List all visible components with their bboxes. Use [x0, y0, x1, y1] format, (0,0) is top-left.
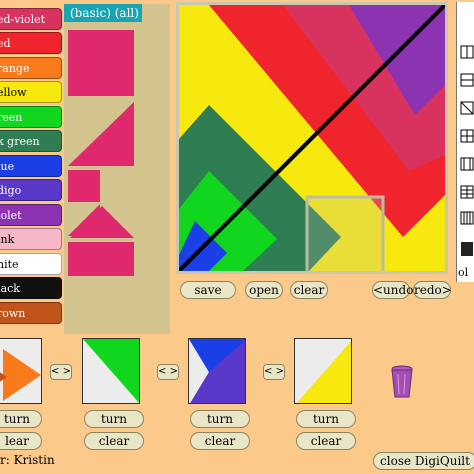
- color-brown[interactable]: rown: [0, 302, 62, 324]
- color-red-violet[interactable]: ed-violet: [0, 8, 62, 30]
- palette-tabs[interactable]: (basic) (all): [64, 4, 142, 22]
- block-slot-1[interactable]: [0, 338, 42, 404]
- trash-icon[interactable]: [388, 364, 416, 404]
- shape-right-triangle[interactable]: [68, 102, 134, 166]
- quilt-drawing: [177, 3, 447, 275]
- color-green[interactable]: reen: [0, 106, 62, 128]
- tool-strip-label: ol: [458, 266, 469, 279]
- tool-strip-icons: [460, 45, 474, 256]
- grid-fine-icon[interactable]: [461, 242, 473, 256]
- shape-isosceles-triangle[interactable]: [70, 206, 134, 238]
- undo-button[interactable]: <undo: [372, 281, 413, 299]
- block-slot-3[interactable]: [188, 338, 246, 404]
- color-yellow[interactable]: ellow: [0, 81, 62, 103]
- color-red[interactable]: ed: [0, 32, 62, 54]
- color-blue[interactable]: lue: [0, 155, 62, 177]
- block-slot-2-drawing: [83, 339, 139, 403]
- turn-button-slot-2[interactable]: turn: [84, 410, 144, 428]
- block-slot-1-drawing: [0, 339, 41, 403]
- color-black[interactable]: lack: [0, 277, 62, 299]
- clear-button-slot-1[interactable]: lear: [0, 432, 42, 450]
- color-white[interactable]: hite: [0, 253, 62, 275]
- swap-3-4-button[interactable]: < >: [263, 364, 285, 380]
- save-button[interactable]: save: [180, 281, 236, 299]
- turn-button-slot-3[interactable]: turn: [190, 410, 250, 428]
- clear-button-slot-2[interactable]: clear: [84, 432, 144, 450]
- author-credit: r: Kristin: [0, 453, 55, 467]
- swap-2-3-button[interactable]: < >: [157, 364, 179, 380]
- block-slot-4-drawing: [295, 339, 351, 403]
- color-dark-green[interactable]: k green: [0, 130, 62, 152]
- shape-rectangle[interactable]: [68, 242, 134, 276]
- block-slot-2[interactable]: [82, 338, 140, 404]
- color-pink[interactable]: ink: [0, 228, 62, 250]
- shape-small-square[interactable]: [68, 170, 100, 202]
- color-indigo[interactable]: digo: [0, 179, 62, 201]
- tool-strip: ol: [456, 2, 474, 282]
- clear-canvas-button[interactable]: clear: [290, 281, 328, 299]
- shape-palette-svg: [68, 30, 134, 276]
- shape-palette: [64, 4, 170, 334]
- turn-button-slot-4[interactable]: turn: [296, 410, 356, 428]
- selection-box[interactable]: [305, 195, 385, 275]
- grid-tool-icon[interactable]: [460, 157, 474, 171]
- block-slot-4[interactable]: [294, 338, 352, 404]
- color-orange[interactable]: range: [0, 57, 62, 79]
- clear-button-slot-3[interactable]: clear: [190, 432, 250, 450]
- turn-button-slot-1[interactable]: turn: [0, 410, 42, 428]
- redo-button[interactable]: redo>: [413, 281, 452, 299]
- block-slot-3-drawing: [189, 339, 245, 403]
- clear-button-slot-4[interactable]: clear: [296, 432, 356, 450]
- color-violet[interactable]: iolet: [0, 204, 62, 226]
- swap-1-2-button[interactable]: < >: [50, 364, 72, 380]
- shape-square[interactable]: [68, 30, 134, 96]
- open-button[interactable]: open: [245, 281, 283, 299]
- close-digiquilt-button[interactable]: close DigiQuilt: [373, 452, 474, 470]
- quilt-canvas[interactable]: [177, 3, 447, 275]
